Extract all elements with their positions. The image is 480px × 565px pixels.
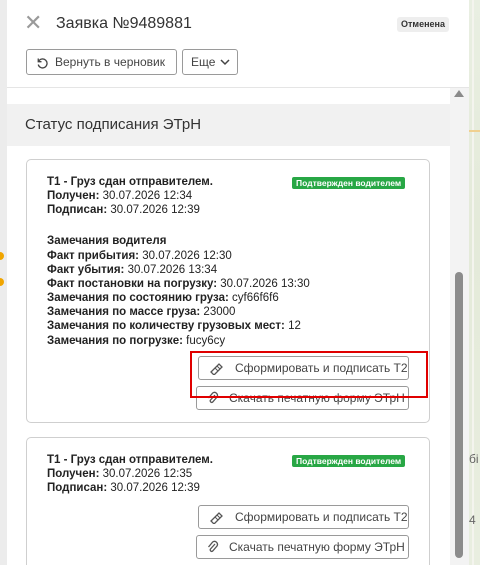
received-row: Получен: 30.07.2026 12:34 [47, 190, 193, 202]
close-icon[interactable]: ✕ [24, 12, 42, 34]
sign-t2-label: Сформировать и подписать Т2 [235, 510, 408, 524]
card-title: Т1 - Груз сдан отправителем. [47, 454, 213, 466]
order-panel: ✕ Заявка №9489881 Отменена Вернуть в чер… [7, 0, 469, 565]
map-label: 4 [469, 513, 476, 527]
scroll-up-icon[interactable] [454, 90, 464, 97]
section-title: Статус подписания ЭТрН [25, 116, 202, 133]
remark-row: Замечания по состоянию груза: cyf66f6f6 [47, 292, 279, 304]
status-badge: Отменена [397, 17, 449, 32]
paperclip-icon [208, 540, 219, 552]
signed-row: Подписан: 30.07.2026 12:39 [47, 204, 200, 216]
map-marker-edge [0, 250, 4, 290]
map-label: бі [469, 452, 479, 466]
more-label: Еще [191, 55, 216, 69]
remark-row: Замечания по погрузке: fucy6cy [47, 335, 226, 347]
remark-row: Замечания по массе груза: 23000 [47, 306, 236, 318]
remark-row: Замечания по количеству грузовых мест: 1… [47, 320, 301, 332]
etrn-status-card: Т1 - Груз сдан отправителем. Подтвержден… [26, 159, 430, 423]
download-etrn-button[interactable]: Скачать печатную форму ЭТрН [196, 535, 409, 559]
map-background[interactable]: бі 4 [469, 0, 480, 565]
remark-row: Факт убытия: 30.07.2026 13:34 [47, 264, 218, 276]
confirmed-badge: Подтвержден водителем [292, 177, 406, 189]
download-etrn-button[interactable]: Скачать печатную форму ЭТрН [196, 386, 409, 410]
signature-icon [210, 512, 223, 524]
map-road [472, 0, 474, 565]
section-header: Статус подписания ЭТрН [7, 104, 450, 146]
received-row: Получен: 30.07.2026 12:35 [47, 468, 193, 480]
download-etrn-label: Скачать печатную форму ЭТрН [229, 540, 405, 554]
etrn-status-card: Т1 - Груз сдан отправителем. Подтвержден… [26, 437, 430, 565]
card-title: Т1 - Груз сдан отправителем. [47, 176, 213, 188]
page-title: Заявка №9489881 [56, 15, 192, 32]
more-button[interactable]: Еще [182, 49, 238, 75]
sign-t2-button[interactable]: Сформировать и подписать Т2 [198, 356, 409, 380]
sign-t2-button[interactable]: Сформировать и подписать Т2 [198, 505, 409, 529]
confirmed-badge: Подтвержден водителем [292, 455, 406, 467]
scrollbar[interactable] [450, 88, 469, 565]
panel-header: ✕ Заявка №9489881 Отменена Вернуть в чер… [7, 0, 469, 88]
remark-row: Факт постановки на погрузку: 30.07.2026 … [47, 278, 310, 290]
undo-icon [37, 57, 48, 68]
paperclip-icon [208, 391, 219, 403]
panel-content: Статус подписания ЭТрН Т1 - Груз сдан от… [7, 88, 469, 565]
remark-row: Факт прибытия: 30.07.2026 12:30 [47, 250, 232, 262]
signature-icon [210, 363, 223, 375]
download-etrn-label: Скачать печатную форму ЭТрН [229, 391, 405, 405]
driver-remarks-title: Замечания водителя [47, 235, 167, 247]
scrollbar-thumb[interactable] [455, 272, 463, 558]
map-road [469, 130, 480, 132]
chevron-down-icon [220, 59, 230, 66]
sign-t2-label: Сформировать и подписать Т2 [235, 361, 408, 375]
revert-to-draft-label: Вернуть в черновик [55, 55, 165, 69]
revert-to-draft-button[interactable]: Вернуть в черновик [26, 49, 177, 75]
signed-row: Подписан: 30.07.2026 12:39 [47, 482, 200, 494]
